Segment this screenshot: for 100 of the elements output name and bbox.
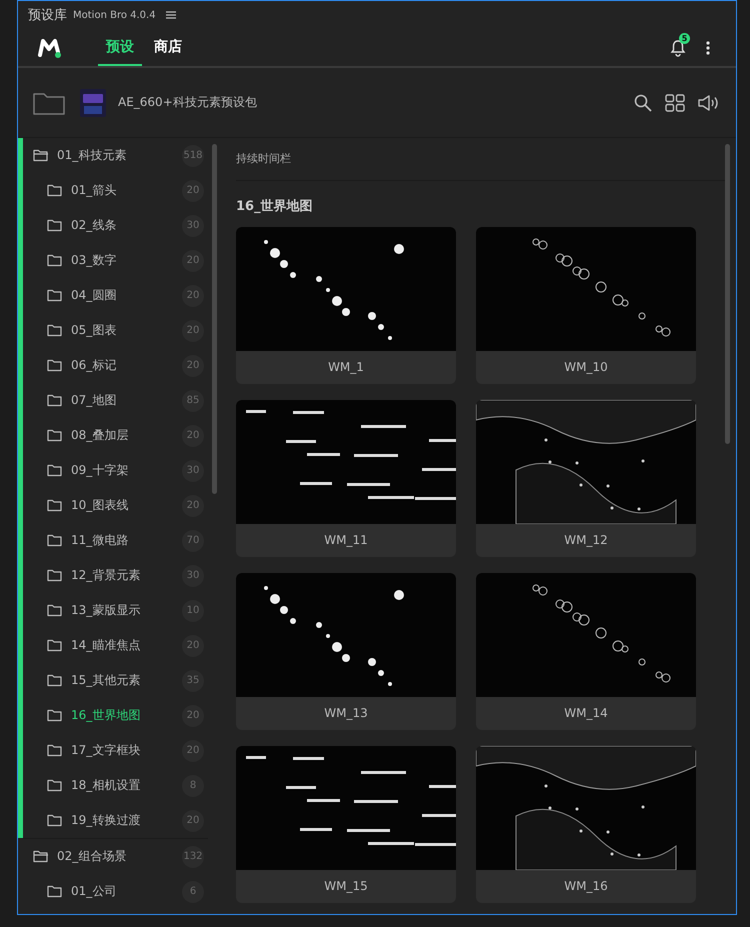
item-count: 35 (182, 670, 204, 692)
sidebar-item[interactable]: 16_世界地图 20 (23, 698, 208, 733)
preset-card[interactable]: WM_10 (476, 227, 696, 384)
item-count: 20 (182, 284, 204, 306)
logo-icon (38, 38, 62, 58)
nav-tab[interactable]: 商店 (146, 29, 190, 66)
folder-icon (47, 429, 63, 442)
folder-icon (47, 394, 63, 407)
sidebar-item[interactable]: 19_转换过渡 20 (23, 803, 208, 838)
sidebar-item[interactable]: 13_蒙版显示 10 (23, 593, 208, 628)
folder-icon (47, 219, 63, 232)
item-count: 30 (182, 214, 204, 236)
item-count: 20 (182, 180, 204, 202)
item-count: 85 (182, 390, 204, 412)
item-count: 20 (182, 320, 204, 342)
preset-name: WM_11 (323, 532, 369, 549)
sidebar-item[interactable]: 14_瞄准焦点 20 (23, 628, 208, 663)
folder-icon (47, 639, 63, 652)
sidebar-item[interactable]: 05_图表 20 (23, 313, 208, 348)
sidebar-item[interactable]: 18_相机设置 8 (23, 768, 208, 803)
item-count: 10 (182, 600, 204, 622)
item-count: 20 (182, 424, 204, 446)
item-count: 20 (182, 634, 204, 656)
sidebar-item[interactable]: 07_地图 85 (23, 383, 208, 418)
folder-icon (33, 850, 49, 863)
item-count: 20 (182, 250, 204, 272)
scrollbar[interactable] (212, 144, 217, 494)
sidebar-item[interactable]: 04_圆圈 20 (23, 278, 208, 313)
item-count: 20 (182, 354, 204, 376)
preset-name: WM_13 (323, 705, 369, 722)
item-count: 132 (182, 846, 204, 868)
folder-icon (47, 534, 63, 547)
sidebar-item[interactable]: 01_公司 6 (23, 874, 208, 909)
folder-icon (47, 569, 63, 582)
item-count: 20 (182, 494, 204, 516)
item-count: 30 (182, 564, 204, 586)
folder-icon (47, 324, 63, 337)
folder-icon (33, 149, 49, 162)
item-count: 20 (182, 740, 204, 762)
folder-icon (47, 814, 63, 827)
folder-icon (47, 464, 63, 477)
grid-view-icon[interactable] (665, 94, 685, 112)
preset-card[interactable]: WM_13 (236, 573, 456, 730)
panel-title: 预设库 (28, 7, 67, 24)
preset-card[interactable]: WM_11 (236, 400, 456, 557)
preset-name: WM_15 (323, 878, 369, 895)
folder-icon (47, 885, 63, 898)
sidebar-item[interactable]: 02_线条 30 (23, 208, 208, 243)
preset-card[interactable]: WM_12 (476, 400, 696, 557)
search-icon[interactable] (634, 94, 652, 112)
speaker-icon[interactable] (698, 94, 720, 112)
preset-name: WM_12 (563, 532, 609, 549)
sidebar-item[interactable]: 10_图表线 20 (23, 488, 208, 523)
notification-count: 5 (679, 32, 690, 44)
sidebar-item[interactable]: 06_标记 20 (23, 348, 208, 383)
sidebar-item[interactable]: 11_微电路 70 (23, 523, 208, 558)
sidebar-item[interactable]: 12_背景元素 30 (23, 558, 208, 593)
preset-name: WM_16 (563, 878, 609, 895)
folder-icon (47, 674, 63, 687)
folder-icon (47, 709, 63, 722)
item-count: 70 (182, 530, 204, 552)
folder-icon (47, 499, 63, 512)
sidebar-item[interactable]: 01_科技元素 518 (23, 138, 208, 173)
scrollbar[interactable] (725, 144, 730, 444)
item-count: 20 (182, 704, 204, 726)
folder-icon (47, 779, 63, 792)
pack-thumbnail-icon (80, 88, 106, 116)
menu-icon[interactable] (166, 11, 176, 19)
sidebar-item[interactable]: 09_十字架 30 (23, 453, 208, 488)
filter-label: 持续时间栏 (236, 138, 725, 181)
sidebar-item[interactable]: 15_其他元素 35 (23, 663, 208, 698)
preset-card[interactable]: WM_16 (476, 746, 696, 903)
sidebar-item[interactable]: 01_箭头 20 (23, 173, 208, 208)
app-version: Motion Bro 4.0.4 (73, 10, 156, 20)
item-count: 6 (182, 880, 204, 902)
folder-icon (47, 744, 63, 757)
preset-name: WM_1 (327, 359, 365, 376)
folder-icon (47, 604, 63, 617)
sidebar-item[interactable]: 03_数字 20 (23, 243, 208, 278)
sidebar-item[interactable]: 02_组合场景 132 (23, 839, 208, 874)
folder-icon[interactable] (33, 90, 65, 114)
item-count: 20 (182, 810, 204, 832)
more-icon[interactable] (706, 40, 710, 54)
nav-tab[interactable]: 预设 (98, 29, 142, 66)
sidebar-item[interactable]: 17_文字框块 20 (23, 733, 208, 768)
item-count: 8 (182, 774, 204, 796)
preset-name: WM_10 (563, 359, 609, 376)
item-count: 30 (182, 460, 204, 482)
item-count: 518 (182, 144, 204, 166)
folder-icon (47, 359, 63, 372)
preset-card[interactable]: WM_15 (236, 746, 456, 903)
folder-icon (47, 184, 63, 197)
section-title: 16_世界地图 (236, 198, 314, 216)
pack-name: AE_660+科技元素预设包 (118, 94, 257, 111)
sidebar-item[interactable]: 08_叠加层 20 (23, 418, 208, 453)
folder-icon (47, 254, 63, 267)
folder-icon (47, 289, 63, 302)
preset-name: WM_14 (563, 705, 609, 722)
preset-card[interactable]: WM_14 (476, 573, 696, 730)
preset-card[interactable]: WM_1 (236, 227, 456, 384)
